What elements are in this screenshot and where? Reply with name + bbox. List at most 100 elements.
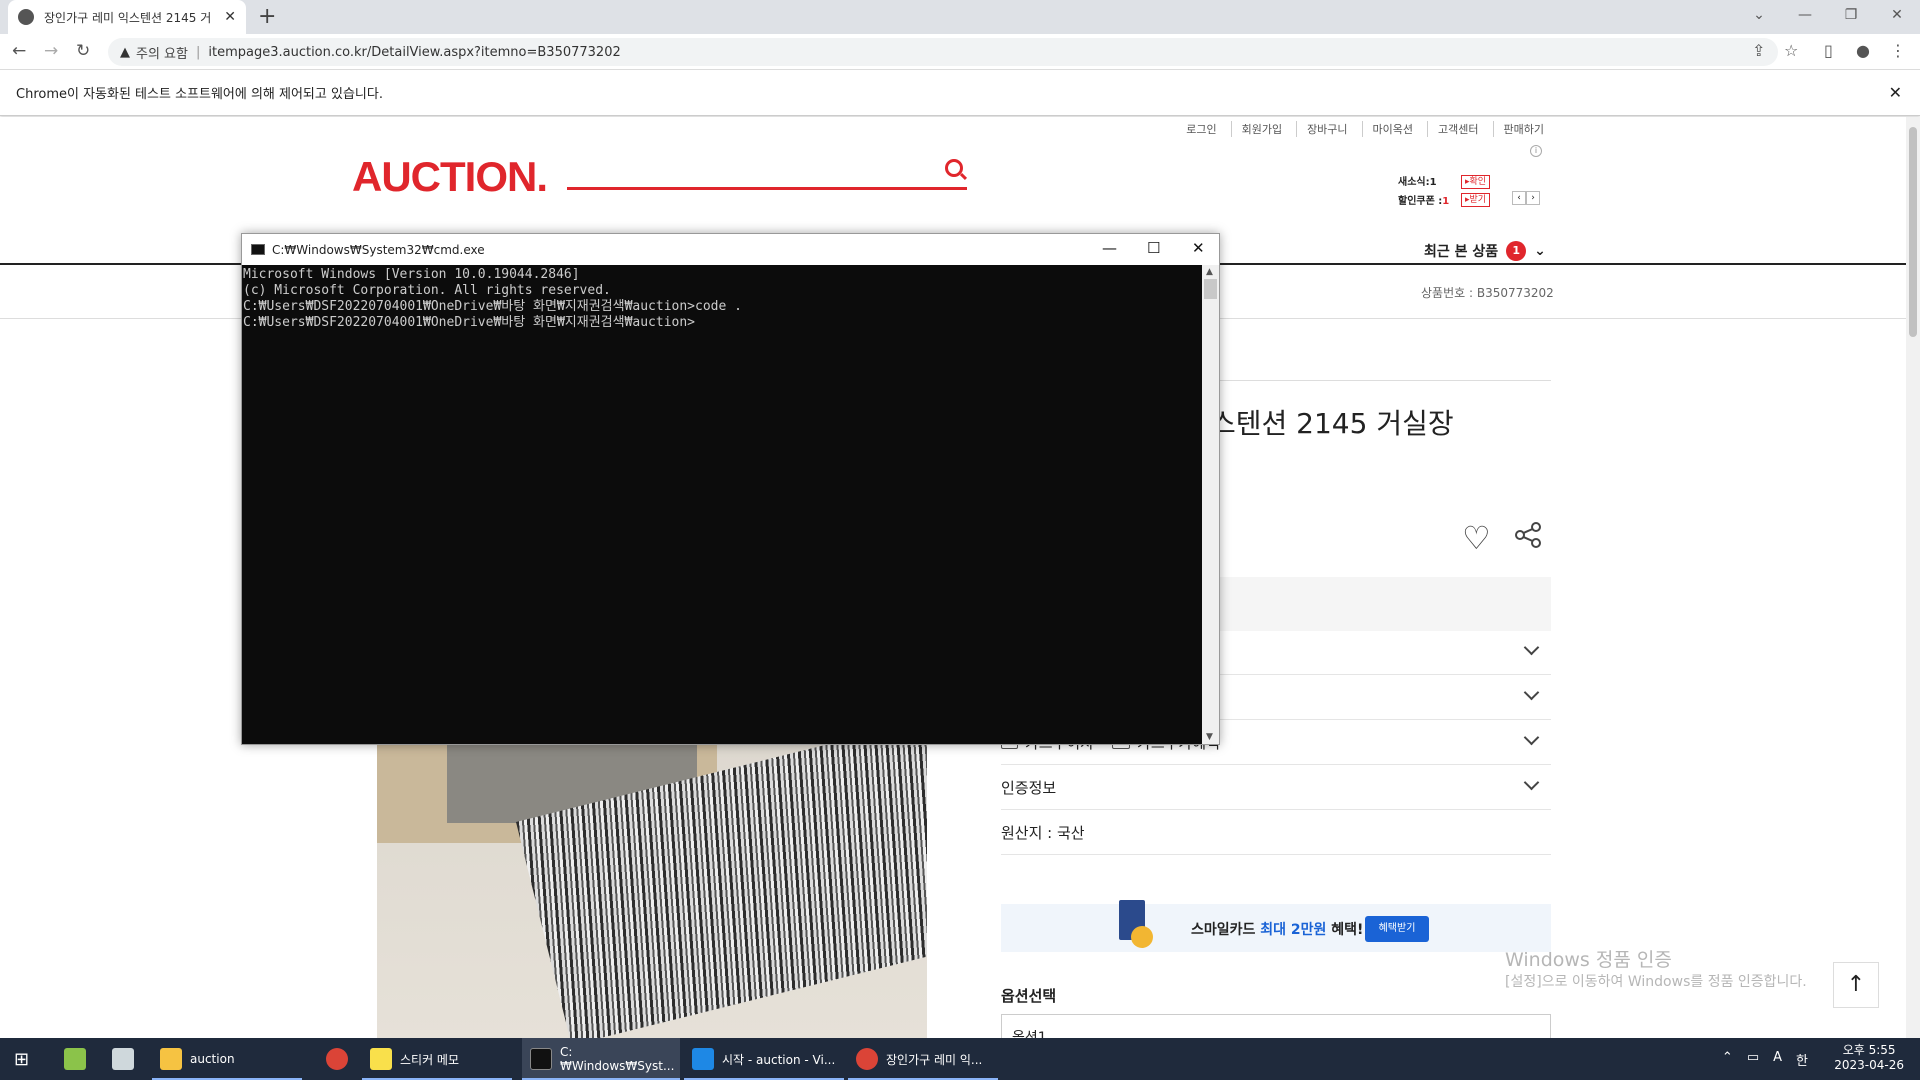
menu-icon[interactable]: ⋮	[1890, 41, 1906, 60]
banner-text-pre: 스마일카드	[1191, 922, 1261, 938]
info-icon[interactable]: i	[1530, 145, 1542, 157]
cmd-maximize-button[interactable]: ☐	[1147, 239, 1160, 257]
share-icon[interactable]	[1514, 521, 1542, 549]
cmd-icon	[251, 244, 265, 255]
search-icon[interactable]	[945, 159, 963, 177]
sticky-notes-icon	[370, 1048, 392, 1070]
close-infobar-icon[interactable]: ✕	[1889, 83, 1902, 102]
forward-button[interactable]: →	[44, 41, 58, 61]
clock-time: 오후 5:55	[1842, 1043, 1896, 1057]
login-link[interactable]: 로그인	[1186, 121, 1216, 137]
news-label: 새소식:	[1398, 177, 1430, 188]
cmd-close-button[interactable]: ✕	[1192, 239, 1205, 257]
tab-search-icon[interactable]: ⌄	[1736, 0, 1782, 34]
taskbar-app-2[interactable]	[104, 1038, 144, 1080]
chevron-down-icon[interactable]	[1523, 684, 1540, 701]
cart-link[interactable]: 장바구니	[1296, 121, 1348, 137]
recent-label: 최근 본 상품	[1424, 244, 1499, 260]
tab-strip: 장인가구 레미 익스텐션 2145 거 ✕ + ⌄ — ❐ ✕	[0, 0, 1920, 34]
close-window-button[interactable]: ✕	[1874, 0, 1920, 34]
option-select[interactable]: 옵션1	[1001, 1014, 1551, 1038]
warning-icon[interactable]: ▲	[120, 45, 130, 60]
bookmark-star-icon[interactable]: ☆	[1784, 41, 1798, 60]
customer-center-link[interactable]: 고객센터	[1427, 121, 1479, 137]
minimize-button[interactable]: —	[1782, 0, 1828, 34]
scrollbar-thumb[interactable]	[1909, 127, 1917, 337]
language-icon[interactable]: 한	[1796, 1050, 1808, 1069]
cmd-titlebar[interactable]: C:₩Windows₩System32₩cmd.exe	[242, 234, 1219, 265]
clock[interactable]: 오후 5:55 2023-04-26	[1834, 1043, 1904, 1073]
scroll-up-icon[interactable]: ▲	[1206, 267, 1213, 277]
certification-row[interactable]: 인증정보	[1001, 765, 1551, 810]
taskbar-explorer[interactable]: auction	[152, 1038, 302, 1080]
signup-link[interactable]: 회원가입	[1230, 121, 1282, 137]
reload-button[interactable]: ↻	[76, 41, 90, 61]
sell-link[interactable]: 판매하기	[1492, 121, 1544, 137]
cmd-console[interactable]: Microsoft Windows [Version 10.0.19044.28…	[242, 265, 1202, 744]
folder-icon	[160, 1048, 182, 1070]
side-panel-icon[interactable]: ▯	[1824, 41, 1833, 60]
activation-watermark-text: [설정]으로 이동하여 Windows를 정품 인증합니다.	[1505, 974, 1807, 990]
banner-text-post: 혜택!	[1326, 922, 1364, 938]
taskbar-sticky-notes[interactable]: 스티커 메모	[362, 1038, 512, 1080]
banner-text: 스마일카드 최대 2만원 혜택!	[1191, 919, 1363, 939]
coin-icon	[1131, 926, 1153, 948]
top-links: 로그인 회원가입 장바구니 마이옥션 고객센터 판매하기	[1186, 121, 1544, 137]
chevron-down-icon[interactable]	[1523, 729, 1540, 746]
heart-icon[interactable]: ♡	[1462, 519, 1491, 557]
console-line: Microsoft Windows [Version 10.0.19044.28…	[243, 267, 580, 282]
get-benefit-button[interactable]: 혜택받기	[1365, 916, 1429, 942]
coupon-label: 할인쿠폰 :	[1398, 196, 1443, 207]
cmd-minimize-button[interactable]: —	[1102, 239, 1117, 257]
restore-button[interactable]: ❐	[1828, 0, 1874, 34]
share-icon[interactable]: ⇪	[1752, 41, 1765, 60]
start-button[interactable]: ⊞	[6, 1038, 46, 1080]
address-bar[interactable]: ▲ 주의 요함 | itempage3.auction.co.kr/Detail…	[108, 38, 1778, 66]
smilecard-banner[interactable]: 스마일카드 최대 2만원 혜택! 혜택받기	[1001, 900, 1551, 952]
myauction-link[interactable]: 마이옥션	[1361, 121, 1413, 137]
option-title: 옵션선택	[1001, 987, 1057, 1005]
scroll-down-icon[interactable]: ▼	[1206, 732, 1213, 742]
windows-icon: ⊞	[14, 1048, 30, 1070]
origin-row: 원산지 : 국산	[1001, 810, 1551, 855]
tab-title: 장인가구 레미 익스텐션 2145 거	[44, 10, 212, 25]
taskbar-app-1[interactable]	[56, 1038, 96, 1080]
tray-expand-icon[interactable]: ⌃	[1722, 1050, 1733, 1069]
page-scrollbar[interactable]	[1906, 117, 1920, 1038]
auction-logo[interactable]: AUCTION.	[352, 153, 548, 201]
origin-label: 원산지 : 국산	[1001, 823, 1085, 842]
search-input[interactable]	[567, 187, 967, 190]
ime-icon[interactable]: A	[1773, 1050, 1782, 1069]
taskbar-chrome[interactable]	[318, 1038, 358, 1080]
app-icon	[64, 1048, 86, 1070]
security-warning[interactable]: 주의 요함	[136, 43, 188, 62]
close-tab-icon[interactable]: ✕	[224, 9, 236, 25]
next-arrow-icon[interactable]: ›	[1526, 191, 1540, 205]
cmd-scrollbar[interactable]: ▲ ▼	[1202, 265, 1219, 744]
taskbar-vscode[interactable]: 시작 - auction - Vi...	[684, 1038, 844, 1080]
profile-icon[interactable]: ●	[1856, 41, 1870, 60]
chevron-down-icon[interactable]	[1523, 639, 1540, 656]
back-button[interactable]: ←	[12, 41, 26, 61]
prev-arrow-icon[interactable]: ‹	[1512, 191, 1526, 205]
infobar-text: Chrome이 자동화된 테스트 소프트웨어에 의해 제어되고 있습니다.	[16, 87, 383, 102]
console-line: C:₩Users₩DSF20220704001₩OneDrive₩바탕 화면₩지…	[243, 299, 742, 314]
console-line: C:₩Users₩DSF20220704001₩OneDrive₩바탕 화면₩지…	[243, 315, 696, 330]
chrome-icon	[326, 1048, 348, 1070]
scroll-top-button[interactable]: ↑	[1833, 962, 1879, 1008]
network-icon[interactable]: ▭	[1747, 1050, 1759, 1069]
chrome-icon	[856, 1048, 878, 1070]
taskbar-cmd[interactable]: C:₩Windows₩Syst...	[522, 1038, 680, 1080]
chevron-down-icon[interactable]: ⌄	[1534, 243, 1546, 259]
recent-products[interactable]: 최근 본 상품 1 ⌄	[1424, 241, 1546, 261]
cmd-scroll-thumb[interactable]	[1204, 279, 1217, 299]
check-news-button[interactable]: ▸확인	[1461, 175, 1491, 189]
chevron-down-icon[interactable]	[1523, 774, 1540, 791]
get-coupon-button[interactable]: ▸받기	[1461, 193, 1491, 207]
url-text[interactable]: itempage3.auction.co.kr/DetailView.aspx?…	[208, 45, 620, 60]
cmd-window[interactable]: C:₩Windows₩System32₩cmd.exe — ☐ ✕ Micros…	[241, 233, 1220, 745]
cmd-title: C:₩Windows₩System32₩cmd.exe	[272, 242, 485, 257]
browser-tab[interactable]: 장인가구 레미 익스텐션 2145 거 ✕	[8, 0, 246, 34]
taskbar-chrome-window[interactable]: 장인가구 레미 익...	[848, 1038, 998, 1080]
new-tab-button[interactable]: +	[258, 4, 276, 29]
